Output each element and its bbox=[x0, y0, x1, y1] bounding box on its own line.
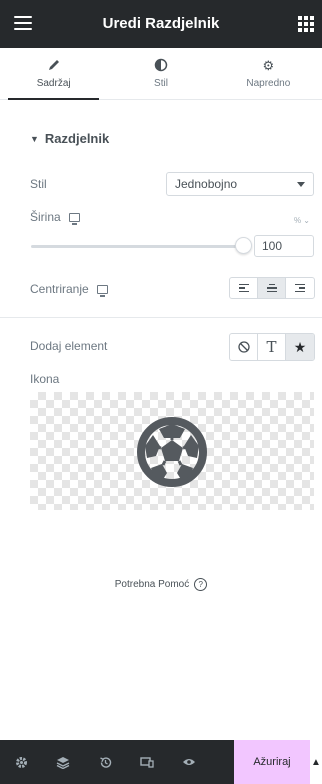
update-label: Ažuriraj bbox=[253, 756, 291, 768]
width-slider[interactable] bbox=[31, 237, 252, 254]
width-input[interactable] bbox=[254, 235, 314, 257]
icon-picker[interactable] bbox=[30, 392, 314, 510]
panel-header: Uredi Razdjelnik bbox=[0, 0, 322, 48]
chevron-up-icon: ▲ bbox=[311, 756, 321, 768]
width-label-text: Širina bbox=[30, 210, 61, 224]
desktop-icon[interactable] bbox=[96, 284, 108, 297]
unit-value: % bbox=[293, 216, 302, 225]
panel-footer: Ažuriraj ▲ bbox=[0, 740, 322, 784]
tab-label: Napredno bbox=[246, 78, 291, 89]
panel-title: Uredi Razdjelnik bbox=[102, 15, 220, 32]
unit-select[interactable]: % ⌄ bbox=[294, 216, 310, 225]
align-right-button[interactable] bbox=[286, 278, 314, 298]
update-options-button[interactable]: ▲ bbox=[310, 740, 322, 784]
style-label: Stil bbox=[30, 177, 47, 191]
eye-icon[interactable] bbox=[168, 740, 210, 784]
layers-icon[interactable] bbox=[42, 740, 84, 784]
element-label: Dodaj element bbox=[30, 339, 107, 353]
tab-label: Sadržaj bbox=[36, 78, 71, 89]
tab-advanced[interactable]: ⚙ Napredno bbox=[215, 48, 322, 99]
tab-content[interactable]: Sadržaj bbox=[0, 48, 107, 100]
ban-icon bbox=[237, 341, 250, 353]
width-label: Širina bbox=[30, 210, 80, 225]
none-button[interactable] bbox=[230, 334, 258, 360]
history-icon[interactable] bbox=[84, 740, 126, 784]
icon-label-text: Ikona bbox=[30, 372, 60, 386]
align-choices bbox=[229, 277, 315, 299]
align-center-button[interactable] bbox=[258, 278, 286, 298]
style-label-text: Stil bbox=[30, 177, 47, 191]
caret-down-icon bbox=[297, 182, 305, 187]
gear-icon: ⚙ bbox=[262, 58, 275, 73]
soccer-ball-icon bbox=[137, 417, 207, 487]
tab-label: Stil bbox=[154, 78, 168, 89]
align-label: Centriranje bbox=[30, 282, 108, 297]
responsive-icon[interactable] bbox=[126, 740, 168, 784]
desktop-icon[interactable] bbox=[68, 212, 80, 225]
section-toggle[interactable]: ▼ Razdjelnik bbox=[30, 131, 109, 146]
align-label-text: Centriranje bbox=[30, 282, 89, 296]
element-choices: T ★ bbox=[229, 333, 315, 361]
help-link[interactable]: Potrebna Pomoć ? bbox=[0, 578, 322, 591]
style-select[interactable]: Jednobojno bbox=[166, 172, 314, 196]
text-button[interactable]: T bbox=[258, 334, 286, 360]
divider bbox=[0, 317, 322, 318]
question-circle-icon: ? bbox=[194, 578, 208, 591]
chevron-down-icon: ⌄ bbox=[303, 216, 310, 225]
icon-button[interactable]: ★ bbox=[286, 334, 314, 360]
panel-tabs: Sadržaj Stil ⚙ Napredno bbox=[0, 48, 322, 100]
text-icon: T bbox=[266, 338, 277, 356]
caret-down-icon: ▼ bbox=[30, 133, 39, 144]
section-title: Razdjelnik bbox=[44, 131, 110, 146]
star-icon: ★ bbox=[293, 338, 307, 355]
help-label: Potrebna Pomoć bbox=[114, 579, 190, 590]
grid-icon[interactable] bbox=[298, 16, 314, 32]
element-label-text: Dodaj element bbox=[30, 339, 108, 353]
slider-handle[interactable] bbox=[235, 237, 252, 254]
update-button[interactable]: Ažuriraj bbox=[234, 740, 310, 784]
settings-icon[interactable] bbox=[0, 740, 42, 784]
half-circle-icon bbox=[107, 58, 214, 74]
icon-label: Ikona bbox=[30, 372, 59, 386]
tab-style[interactable]: Stil bbox=[107, 48, 214, 99]
style-select-value: Jednobojno bbox=[175, 177, 238, 191]
pencil-icon bbox=[0, 58, 107, 74]
align-left-button[interactable] bbox=[230, 278, 258, 298]
